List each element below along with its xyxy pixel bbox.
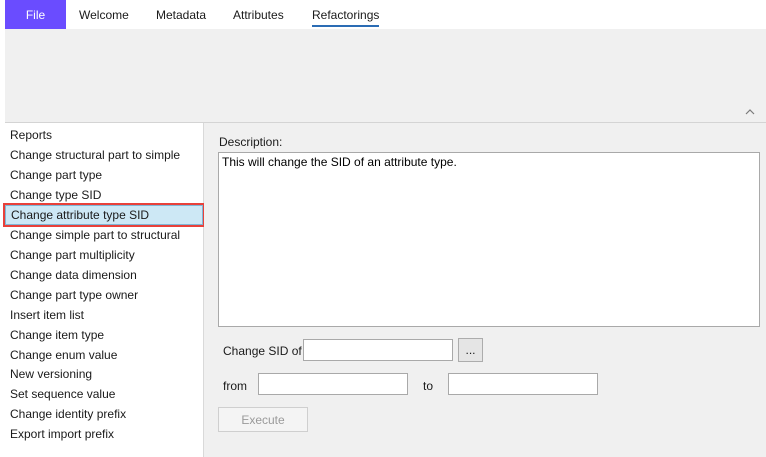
description-textbox[interactable]: This will change the SID of an attribute… <box>218 152 760 327</box>
browse-button[interactable]: ... <box>458 338 483 362</box>
list-item-change-attribute-type-sid[interactable]: Change attribute type SID <box>3 203 205 227</box>
list-item-export-import-prefix[interactable]: Export import prefix <box>5 424 203 444</box>
change-sid-input[interactable] <box>303 339 453 361</box>
to-label: to <box>423 379 434 393</box>
execute-button[interactable]: Execute <box>218 407 308 432</box>
list-item-change-simple-part-to-structural[interactable]: Change simple part to structural <box>5 225 203 245</box>
list-item-change-structural-part-to-simple[interactable]: Change structural part to simple <box>5 145 203 165</box>
ribbon-content-area <box>5 29 766 123</box>
tab-refactorings[interactable]: Refactorings <box>312 0 380 29</box>
list-item-change-type-sid[interactable]: Change type SID <box>5 185 203 205</box>
list-item-change-part-multiplicity[interactable]: Change part multiplicity <box>5 245 203 265</box>
to-input[interactable] <box>448 373 598 395</box>
description-label: Description: <box>219 135 283 149</box>
change-sid-label: Change SID of <box>223 344 302 358</box>
from-label: from <box>223 379 247 393</box>
list-item-new-versioning[interactable]: New versioning <box>5 364 203 384</box>
ribbon-tab-bar: File Welcome Metadata Attributes Refacto… <box>0 0 766 29</box>
list-item-change-part-type-owner[interactable]: Change part type owner <box>5 285 203 305</box>
list-item-insert-item-list[interactable]: Insert item list <box>5 305 203 325</box>
list-item-set-sequence-value[interactable]: Set sequence value <box>5 384 203 404</box>
list-item-change-item-type[interactable]: Change item type <box>5 325 203 345</box>
tab-metadata[interactable]: Metadata <box>156 0 206 29</box>
list-item-change-data-dimension[interactable]: Change data dimension <box>5 265 203 285</box>
tab-welcome[interactable]: Welcome <box>79 0 129 29</box>
from-input[interactable] <box>258 373 408 395</box>
list-item-change-part-type[interactable]: Change part type <box>5 165 203 185</box>
tab-attributes[interactable]: Attributes <box>233 0 284 29</box>
list-item-reports[interactable]: Reports <box>5 125 203 145</box>
refactoring-detail-panel: Description: This will change the SID of… <box>204 123 766 457</box>
list-item-change-identity-prefix[interactable]: Change identity prefix <box>5 404 203 424</box>
list-item-change-enum-value[interactable]: Change enum value <box>5 345 203 365</box>
refactoring-list: Reports Change structural part to simple… <box>3 123 205 457</box>
chevron-up-icon[interactable] <box>744 108 756 118</box>
file-tab[interactable]: File <box>5 0 66 29</box>
